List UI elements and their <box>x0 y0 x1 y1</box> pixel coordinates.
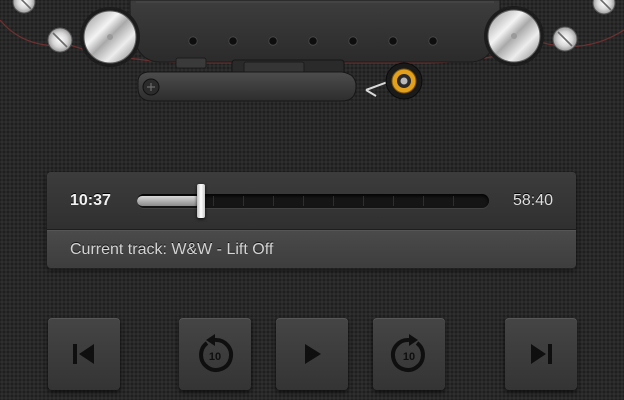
progress-tick <box>333 196 334 206</box>
elapsed-time: 10:37 <box>70 192 111 209</box>
tape-head-icon <box>130 0 500 62</box>
current-track-label: Current track: W&W - Lift Off <box>70 241 274 258</box>
progress-tick-marks <box>137 194 489 208</box>
progress-thumb[interactable] <box>197 184 205 218</box>
forward-10-icon: 10 <box>390 334 425 372</box>
skip-previous-icon <box>73 344 94 364</box>
progress-tick <box>243 196 244 206</box>
previous-track-button[interactable] <box>48 318 120 390</box>
progress-tick <box>393 196 394 206</box>
pinch-roller-icon <box>386 63 422 99</box>
playback-panel: 10:37 58:40 Current track: W&W - Lift Of… <box>47 172 576 268</box>
rewind-10-icon: 10 <box>199 334 234 372</box>
progress-tick <box>273 196 274 206</box>
progress-tick <box>213 196 214 206</box>
progress-row: 10:37 58:40 <box>47 172 576 230</box>
progress-tick <box>453 196 454 206</box>
next-track-button[interactable] <box>505 318 577 390</box>
total-time: 58:40 <box>512 192 553 209</box>
tape-deck-mechanism <box>0 0 624 112</box>
play-icon <box>305 344 321 364</box>
progress-tick <box>363 196 364 206</box>
progress-slider[interactable] <box>137 194 489 208</box>
forward-seconds-label: 10 <box>403 351 415 363</box>
skip-next-icon <box>531 344 552 364</box>
forward-10-button[interactable]: 10 <box>373 318 445 390</box>
rewind-10-button[interactable]: 10 <box>179 318 251 390</box>
track-info-row: Current track: W&W - Lift Off <box>47 230 576 268</box>
play-button[interactable] <box>276 318 348 390</box>
progress-tick <box>303 196 304 206</box>
progress-tick <box>423 196 424 206</box>
rewind-seconds-label: 10 <box>209 351 221 363</box>
